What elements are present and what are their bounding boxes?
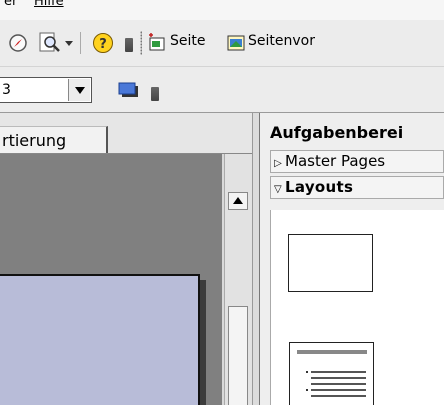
zoom-dropdown-arrow-icon[interactable] [65, 41, 73, 46]
task-pane: Aufgabenberei ▷ Master Pages ▽ Layouts [260, 113, 444, 405]
scrollbar-thumb[interactable] [228, 306, 248, 405]
zoom-combobox[interactable]: 3 [0, 77, 92, 103]
slide-page[interactable] [0, 274, 200, 405]
chevron-up-icon [233, 197, 243, 204]
triangle-down-icon: ▽ [274, 184, 282, 195]
layout-blank-thumbnail[interactable] [288, 234, 373, 292]
scroll-up-button[interactable] [228, 192, 248, 210]
tab-slide-sorter[interactable]: rtierung [0, 126, 108, 153]
layouts-panel [270, 210, 444, 405]
section-layouts-label: Layouts [285, 178, 354, 196]
vertical-scrollbar[interactable] [224, 154, 252, 405]
slide-page-shadow [200, 280, 206, 405]
task-pane-title: Aufgabenberei [270, 123, 404, 142]
title-content-layout-icon [297, 350, 367, 397]
help-icon[interactable]: ? [92, 32, 114, 54]
section-master-pages[interactable]: ▷ Master Pages [270, 150, 444, 173]
view-tab-bar: rtierung [0, 113, 256, 154]
slide-design-button[interactable]: Seitenvor [248, 33, 315, 49]
navigator-icon[interactable] [8, 33, 28, 53]
shadow-icon[interactable] [117, 81, 141, 99]
new-slide-button[interactable]: Seite [170, 33, 206, 49]
slide-design-icon[interactable] [226, 33, 246, 53]
new-slide-icon[interactable] [147, 33, 167, 53]
formatting-toolbar: 3 [0, 67, 444, 113]
pane-splitter[interactable] [252, 113, 260, 405]
section-master-pages-label: Master Pages [285, 152, 386, 170]
svg-text:?: ? [99, 37, 107, 52]
toolbar-handle[interactable] [140, 31, 142, 55]
menu-item-help[interactable]: Hilfe [34, 0, 64, 9]
standard-toolbar: ? Seite Seitenvor [0, 20, 444, 67]
layout-title-content-thumbnail[interactable] [289, 342, 374, 405]
triangle-right-icon: ▷ [274, 158, 282, 169]
combobox-dropdown-button[interactable] [68, 79, 90, 101]
section-layouts[interactable]: ▽ Layouts [270, 176, 444, 199]
toolbar-grip-icon[interactable] [125, 38, 133, 52]
document-area [0, 154, 256, 405]
chevron-down-icon [75, 87, 85, 94]
impress-window: er Hilfe ? Seite Seitenvor 3 rtierung Au… [0, 0, 444, 405]
menu-item-partial[interactable]: er [4, 0, 17, 9]
menu-bar: er Hilfe [0, 0, 444, 20]
zoom-combobox-value: 3 [2, 82, 11, 98]
toolbar-separator [80, 32, 81, 54]
zoom-icon[interactable] [38, 31, 62, 55]
toolbar-grip-icon[interactable] [151, 87, 159, 101]
